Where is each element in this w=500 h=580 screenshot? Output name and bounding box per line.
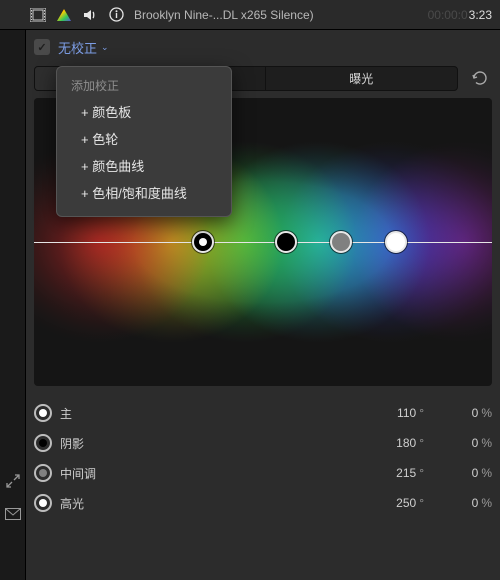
parameter-list: 主 110° 0% 阴影 180° 0% 中间调 215° 0% 高光 250° 0%: [34, 392, 492, 518]
percent-field[interactable]: 0%: [432, 406, 492, 420]
timecode-bright: 3:23: [469, 8, 492, 22]
correction-dropdown[interactable]: 无校正 ⌄: [58, 38, 109, 57]
param-label: 高光: [60, 495, 346, 512]
swatch-highlights-icon: [34, 494, 52, 512]
filmstrip-icon[interactable]: [30, 7, 46, 23]
add-correction-menu: 添加校正 + 颜色板+ 色轮+ 颜色曲线+ 色相/饱和度曲线: [56, 66, 232, 217]
param-row-shadows: 阴影 180° 0%: [34, 428, 492, 458]
timecode: 00:00:03:23: [428, 8, 492, 22]
param-row-highlights: 高光 250° 0%: [34, 488, 492, 518]
correction-header: 无校正 ⌄: [34, 30, 492, 64]
angle-field[interactable]: 215°: [354, 466, 424, 480]
puck-highlights[interactable]: [385, 231, 407, 253]
clip-title: Brooklyn Nine-...DL x265 Silence): [134, 8, 418, 22]
percent-field[interactable]: 0%: [432, 496, 492, 510]
chevron-down-icon: ⌄: [101, 42, 109, 53]
menu-item-1[interactable]: + 色轮: [67, 125, 221, 152]
puck-master[interactable]: [192, 231, 214, 253]
timecode-dim: 00:00:0: [428, 8, 468, 22]
angle-field[interactable]: 110°: [354, 406, 424, 420]
volume-icon[interactable]: [82, 7, 98, 23]
percent-field[interactable]: 0%: [432, 466, 492, 480]
param-label: 阴影: [60, 435, 346, 452]
percent-field[interactable]: 0%: [432, 436, 492, 450]
mode-tab-exposure[interactable]: 曝光: [266, 67, 458, 90]
enable-checkbox[interactable]: [34, 39, 50, 55]
swatch-master-icon: [34, 404, 52, 422]
param-row-midtones: 中间调 215° 0%: [34, 458, 492, 488]
puck-shadows[interactable]: [275, 231, 297, 253]
menu-title: 添加校正: [67, 75, 221, 98]
menu-item-0[interactable]: + 颜色板: [67, 98, 221, 125]
color-scopes-icon[interactable]: [56, 7, 72, 23]
menu-item-2[interactable]: + 颜色曲线: [67, 152, 221, 179]
param-row-master: 主 110° 0%: [34, 398, 492, 428]
expand-icon[interactable]: [6, 474, 20, 488]
menu-item-3[interactable]: + 色相/饱和度曲线: [67, 179, 221, 206]
angle-field[interactable]: 180°: [354, 436, 424, 450]
swatch-midtones-icon: [34, 464, 52, 482]
mail-icon[interactable]: [5, 508, 21, 520]
correction-label: 无校正: [58, 38, 97, 57]
param-label: 中间调: [60, 465, 346, 482]
swatch-shadows-icon: [34, 434, 52, 452]
left-rail: [0, 30, 26, 580]
reset-button[interactable]: [466, 67, 492, 89]
puck-midtones[interactable]: [330, 231, 352, 253]
angle-field[interactable]: 250°: [354, 496, 424, 510]
param-label: 主: [60, 405, 346, 422]
color-board-axis: [34, 242, 492, 243]
info-icon[interactable]: [108, 7, 124, 23]
top-bar: Brooklyn Nine-...DL x265 Silence) 00:00:…: [0, 0, 500, 30]
